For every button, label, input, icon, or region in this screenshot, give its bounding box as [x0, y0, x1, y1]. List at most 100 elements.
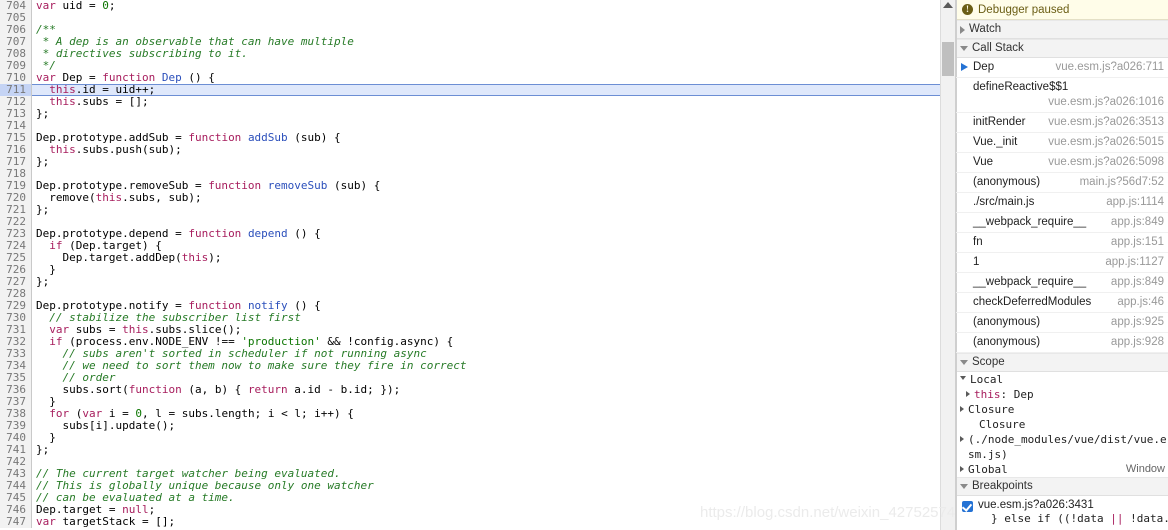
code-text[interactable]: * directives subscribing to it.: [32, 48, 940, 60]
code-text[interactable]: }: [32, 264, 940, 276]
frame-source-location[interactable]: vue.esm.js?a026:711: [1056, 60, 1164, 75]
call-stack-frame[interactable]: __webpack_require__ app.js:849: [956, 213, 1168, 233]
section-header-scope[interactable]: Scope: [956, 353, 1168, 372]
scrollbar-thumb[interactable]: [942, 42, 954, 76]
frame-source-location[interactable]: app.js:151: [1111, 235, 1164, 250]
breakpoint-checkbox[interactable]: [962, 501, 973, 512]
chevron-down-icon[interactable]: [960, 46, 968, 51]
code-text[interactable]: // we need to sort them now to make sure…: [32, 360, 940, 372]
scope-label: Global: [968, 463, 1008, 476]
code-line[interactable]: 717};: [0, 156, 940, 168]
code-line[interactable]: 704 var uid = 0;: [0, 0, 940, 12]
chevron-down-icon[interactable]: [960, 376, 966, 380]
code-text[interactable]: // can be evaluated at a time.: [32, 492, 940, 504]
code-line[interactable]: 727};: [0, 276, 940, 288]
call-stack-frame[interactable]: defineReactive$$1 vue.esm.js?a026:1016: [956, 78, 1168, 113]
code-text[interactable]: };: [32, 444, 940, 456]
call-stack-frame[interactable]: (anonymous) main.js?56d7:52: [956, 173, 1168, 193]
call-stack-frame[interactable]: (anonymous) app.js:925: [956, 313, 1168, 333]
chevron-down-icon[interactable]: [960, 484, 968, 489]
call-stack-frame[interactable]: initRender vue.esm.js?a026:3513: [956, 113, 1168, 133]
section-header-watch[interactable]: Watch: [956, 20, 1168, 39]
line-number[interactable]: 747: [0, 516, 32, 528]
frame-source-location[interactable]: main.js?56d7:52: [1080, 175, 1164, 190]
frame-marker: [960, 315, 973, 329]
code-text[interactable]: subs.sort(function (a, b) { return a.id …: [32, 384, 940, 396]
scope-row[interactable]: Global Window: [956, 462, 1168, 477]
frame-source-location[interactable]: vue.esm.js?a026:5098: [1048, 155, 1164, 170]
code-text[interactable]: Dep.target.addDep(this);: [32, 252, 940, 264]
code-line[interactable]: 740 }: [0, 432, 940, 444]
source-code-editor[interactable]: 704 var uid = 0; 705 706/** 707 * A dep is …: [0, 0, 940, 530]
code-text[interactable]: this.subs = [];: [32, 96, 940, 108]
chevron-right-icon[interactable]: [960, 406, 964, 412]
code-line[interactable]: 721};: [0, 204, 940, 216]
call-stack-frame[interactable]: Dep vue.esm.js?a026:711: [956, 58, 1168, 78]
code-text[interactable]: var targetStack = [];: [32, 516, 940, 528]
editor-vertical-scrollbar[interactable]: [940, 0, 956, 530]
frame-source-location[interactable]: app.js:46: [1117, 295, 1164, 310]
code-text[interactable]: };: [32, 108, 940, 120]
code-line[interactable]: 747 var targetStack = [];: [0, 516, 940, 528]
code-text[interactable]: };: [32, 156, 940, 168]
call-stack-frame[interactable]: Vue vue.esm.js?a026:5098: [956, 153, 1168, 173]
scope-row[interactable]: Closure: [956, 417, 1168, 432]
frame-source-location[interactable]: app.js:928: [1111, 335, 1164, 350]
code-text[interactable]: [32, 12, 940, 24]
section-header-breakpoints[interactable]: Breakpoints: [956, 477, 1168, 496]
scope-row[interactable]: this: Dep: [956, 387, 1168, 402]
call-stack-frame[interactable]: (anonymous) app.js:928: [956, 333, 1168, 353]
frame-source-location[interactable]: vue.esm.js?a026:3513: [1048, 115, 1164, 130]
call-stack-frame[interactable]: Vue._init vue.esm.js?a026:5015: [956, 133, 1168, 153]
code-text[interactable]: }: [32, 432, 940, 444]
code-line[interactable]: 716 this.subs.push(sub);: [0, 144, 940, 156]
frame-source-location[interactable]: vue.esm.js?a026:1016: [973, 95, 1164, 110]
frame-source-location[interactable]: app.js:849: [1111, 215, 1164, 230]
call-stack-frame[interactable]: 1 app.js:1127: [956, 253, 1168, 273]
code-line[interactable]: 736 subs.sort(function (a, b) { return a…: [0, 384, 940, 396]
chevron-right-icon[interactable]: [966, 391, 970, 397]
frame-source-location[interactable]: vue.esm.js?a026:5015: [1048, 135, 1164, 150]
frame-source-location[interactable]: app.js:1127: [1105, 255, 1164, 270]
scroll-up-arrow-icon[interactable]: [943, 2, 953, 8]
code-line[interactable]: 725 Dep.target.addDep(this);: [0, 252, 940, 264]
scope-row[interactable]: Closure: [956, 402, 1168, 417]
frame-source-location[interactable]: app.js:925: [1111, 315, 1164, 330]
code-line[interactable]: 705: [0, 12, 940, 24]
code-text[interactable]: Dep.prototype.depend = function depend (…: [32, 228, 940, 240]
call-stack-frame[interactable]: fn app.js:151: [956, 233, 1168, 253]
code-line[interactable]: 713};: [0, 108, 940, 120]
chevron-right-icon[interactable]: [960, 25, 965, 34]
code-text[interactable]: remove(this.subs, sub);: [32, 192, 940, 204]
code-line[interactable]: 726 }: [0, 264, 940, 276]
call-stack-frame[interactable]: ./src/main.js app.js:1114: [956, 193, 1168, 213]
code-line[interactable]: 741};: [0, 444, 940, 456]
breakpoint-location[interactable]: vue.esm.js?a026:3431: [978, 499, 1168, 512]
frame-source-location[interactable]: app.js:849: [1111, 275, 1164, 290]
section-header-call-stack[interactable]: Call Stack: [956, 39, 1168, 58]
code-text[interactable]: };: [32, 276, 940, 288]
call-stack-frame[interactable]: checkDeferredModules app.js:46: [956, 293, 1168, 313]
chevron-down-icon[interactable]: [960, 360, 968, 365]
code-text[interactable]: var Dep = function Dep () {: [32, 72, 940, 84]
section-title-watch: Watch: [969, 23, 1002, 35]
frame-source-location[interactable]: app.js:1114: [1106, 195, 1164, 210]
chevron-right-icon[interactable]: [960, 466, 964, 472]
code-text[interactable]: };: [32, 204, 940, 216]
code-line[interactable]: 734 // we need to sort them now to make …: [0, 360, 940, 372]
call-stack-frame[interactable]: __webpack_require__ app.js:849: [956, 273, 1168, 293]
code-text[interactable]: this.subs.push(sub);: [32, 144, 940, 156]
code-line[interactable]: 712 this.subs = [];: [0, 96, 940, 108]
code-text[interactable]: var uid = 0;: [32, 0, 940, 12]
frame-function-name: __webpack_require__: [973, 216, 1087, 228]
breakpoint-item[interactable]: vue.esm.js?a026:3431} else if ((!data ||…: [956, 496, 1168, 528]
code-line[interactable]: 739 subs[i].update();: [0, 420, 940, 432]
code-line[interactable]: 708 * directives subscribing to it.: [0, 48, 940, 60]
scope-row[interactable]: Local: [956, 372, 1168, 387]
code-line[interactable]: 720 remove(this.subs, sub);: [0, 192, 940, 204]
code-text[interactable]: this.id = uid++;: [32, 84, 940, 96]
code-text[interactable]: subs[i].update();: [32, 420, 940, 432]
scope-list: Local this: Dep Closure Closure (./node_modu…: [956, 372, 1168, 477]
chevron-right-icon[interactable]: [960, 436, 964, 442]
scope-row[interactable]: (./node_modules/vue/dist/vue.esm.js): [956, 432, 1168, 462]
